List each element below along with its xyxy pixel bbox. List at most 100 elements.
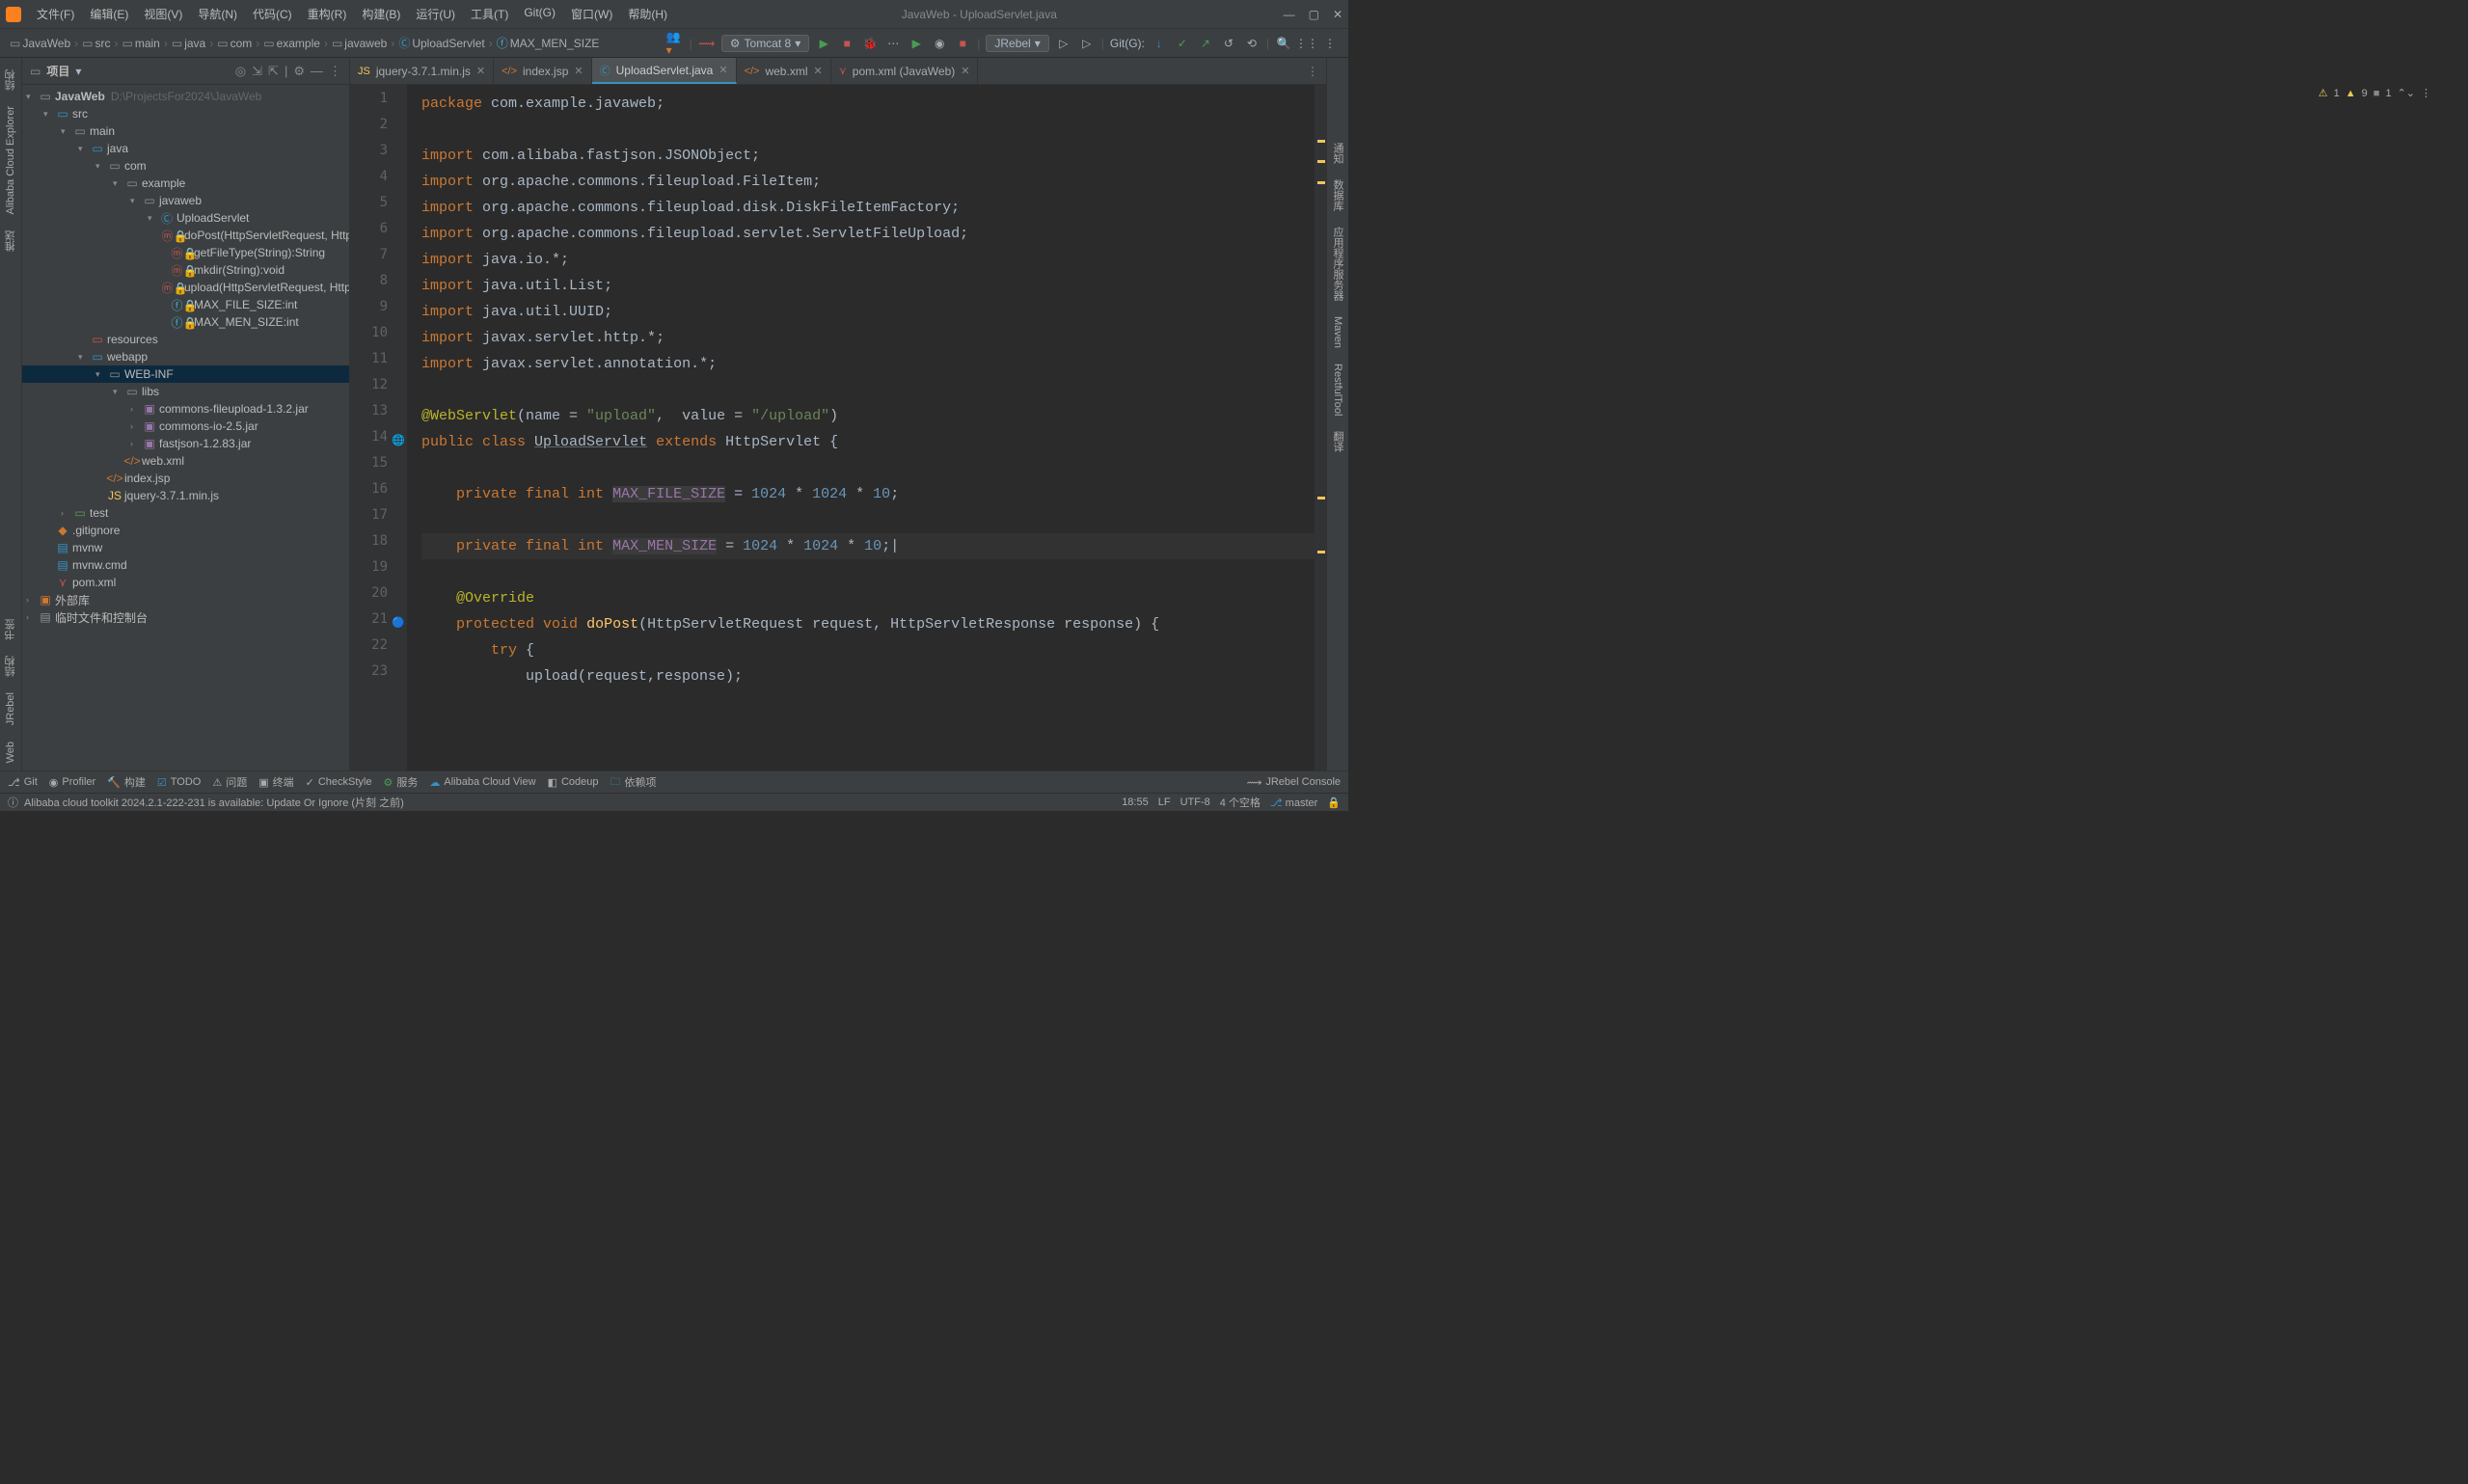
code-line[interactable] [421,559,1315,585]
tree-pomxml[interactable]: ⋎pom.xml [22,574,349,591]
tree-maxfilesize[interactable]: ⓕ🔒MAX_FILE_SIZE:int [22,296,349,313]
line-number[interactable]: 20 [350,585,407,611]
line-number[interactable]: 22 [350,637,407,663]
line-number[interactable]: 3 [350,143,407,169]
editor-tab[interactable]: ⒸUploadServlet.java✕ [592,58,737,84]
warn-mark-icon[interactable] [1317,497,1325,499]
code-line[interactable]: @Override [421,585,1315,611]
btab-todo[interactable]: ☑ TODO [157,776,201,789]
more-icon[interactable]: ⋮ [329,64,341,79]
btab-git[interactable]: ⎇ Git [8,776,38,789]
code-line[interactable]: import java.util.List; [421,273,1315,299]
tree-mkdir[interactable]: ⓜ🔒mkdir(String):void [22,261,349,279]
left-vtab-structure[interactable]: 结构 [1,62,20,98]
lock-icon[interactable]: 🔒 [1327,796,1341,809]
git-branch[interactable]: ⎇ master [1270,796,1317,809]
menu-item[interactable]: Git(G) [516,6,563,22]
tree-gitignore[interactable]: ◆.gitignore [22,522,349,539]
menu-item[interactable]: 代码(C) [245,6,300,22]
line-number[interactable]: 16 [350,481,407,507]
code-line[interactable]: upload(request,response); [421,663,1315,689]
more-icon[interactable]: ⋯ [884,35,902,52]
btab-codeup[interactable]: ◧ Codeup [548,776,599,789]
tree-lib1[interactable]: ›▣commons-fileupload-1.3.2.jar [22,400,349,418]
left-vtab-bookmarks[interactable]: 书签 [1,611,20,648]
btab-checkstyle[interactable]: ✓ CheckStyle [306,776,372,789]
code-line[interactable]: import java.io.*; [421,247,1315,273]
line-number[interactable]: 2 [350,117,407,143]
settings-icon[interactable]: ⚙ [293,64,305,79]
collapse-all-icon[interactable]: ⇱ [268,64,279,79]
warn-mark-icon[interactable] [1317,181,1325,184]
close-icon[interactable]: ✕ [961,65,969,77]
close-icon[interactable]: ✕ [574,65,583,77]
menu-item[interactable]: 编辑(E) [82,6,136,22]
git-update-icon[interactable]: ↓ [1151,35,1168,52]
code-line[interactable]: public class UploadServlet extends HttpS… [421,429,1315,455]
more-actions-icon[interactable]: ⋮ [1321,35,1339,52]
user-icon[interactable]: 👥▾ [666,35,684,52]
menu-item[interactable]: 帮助(H) [620,6,675,22]
code-line[interactable]: try { [421,637,1315,663]
code-line[interactable]: protected void doPost(HttpServletRequest… [421,611,1315,637]
tree-src[interactable]: ▾▭src [22,105,349,122]
settings-icon[interactable]: ⋮⋮ [1298,35,1315,52]
left-vtab-jrebel[interactable]: JRebel [3,685,18,733]
breadcrumb-item[interactable]: Ⓒ UploadServlet [398,35,484,51]
code-line[interactable]: import javax.servlet.http.*; [421,325,1315,351]
code-line[interactable]: private final int MAX_MEN_SIZE = 1024 * … [421,533,1315,559]
line-number[interactable]: 5 [350,195,407,221]
line-number[interactable]: 11 [350,351,407,377]
tree-dopost[interactable]: ⓜ🔒doPost(HttpServletRequest, HttpServ [22,227,349,244]
tree-upload[interactable]: ⓜ🔒upload(HttpServletRequest, HttpServ [22,279,349,296]
line-number[interactable]: 14🌐 [350,429,407,455]
code-line[interactable] [421,117,1315,143]
select-open-file-icon[interactable]: ◎ [235,64,246,79]
menu-item[interactable]: 文件(F) [29,6,82,22]
gutter-icon[interactable]: 🔵 [392,616,405,629]
btab-alibaba[interactable]: ☁ Alibaba Cloud View [429,776,535,789]
hide-icon[interactable]: — [311,64,323,78]
line-number[interactable]: 23 [350,663,407,689]
line-number[interactable]: 6 [350,221,407,247]
left-vtab-push[interactable]: 推送 [1,223,20,259]
code-line[interactable]: @WebServlet(name = "upload", value = "/u… [421,403,1315,429]
tree-libs[interactable]: ▾▭libs [22,383,349,400]
right-vtab-translate[interactable]: 翻译 [1328,423,1347,460]
jrebel-icon[interactable]: ⟿ [698,35,716,52]
jrebel-debug-icon[interactable]: ▷ [1078,35,1096,52]
tree-getfiletype[interactable]: ⓜ🔒getFileType(String):String [22,244,349,261]
line-number[interactable]: 8 [350,273,407,299]
caret-position[interactable]: 18:55 [1122,796,1149,808]
warn-mark-icon[interactable] [1317,140,1325,143]
tree-example[interactable]: ▾▭example [22,175,349,192]
tree-scratch[interactable]: ›▤临时文件和控制台 [22,608,349,626]
run-icon[interactable]: ▶ [815,35,832,52]
btab-services[interactable]: ⚙ 服务 [384,774,419,790]
stop-icon[interactable]: ■ [838,35,855,52]
line-number[interactable]: 21🔵 [350,611,407,637]
close-icon[interactable]: ✕ [1333,8,1342,21]
tree-indexjsp[interactable]: </>index.jsp [22,470,349,487]
menu-item[interactable]: 构建(B) [354,6,408,22]
tree-resources[interactable]: ▭resources [22,331,349,348]
menu-item[interactable]: 导航(N) [190,6,245,22]
status-message[interactable]: Alibaba cloud toolkit 2024.2.1-222-231 i… [24,795,404,810]
tree-webapp[interactable]: ▾▭webapp [22,348,349,365]
inspection-summary[interactable]: ⚠1 ▲9 ■1 ⌃⌄ ⋮ [2319,87,2431,99]
warn-mark-icon[interactable] [1317,160,1325,163]
git-rollback-icon[interactable]: ⟲ [1243,35,1261,52]
right-vtab-database[interactable]: 数据库 [1328,172,1347,219]
breadcrumb-item[interactable]: ⓕ MAX_MEN_SIZE [497,35,600,51]
line-number[interactable]: 7 [350,247,407,273]
tree-lib3[interactable]: ›▣fastjson-1.2.83.jar [22,435,349,452]
git-history-icon[interactable]: ↺ [1220,35,1237,52]
code-line[interactable]: import org.apache.commons.fileupload.dis… [421,195,1315,221]
tree-extlib[interactable]: ›▣外部库 [22,591,349,608]
right-vtab-appserver[interactable]: 应用程序服务器 [1328,219,1347,309]
coverage-icon[interactable]: ▶ [908,35,925,52]
breadcrumb-item[interactable]: ▭ com [217,37,252,50]
menu-item[interactable]: 运行(U) [408,6,463,22]
line-number[interactable]: 18 [350,533,407,559]
warn-mark-icon[interactable] [1317,551,1325,553]
